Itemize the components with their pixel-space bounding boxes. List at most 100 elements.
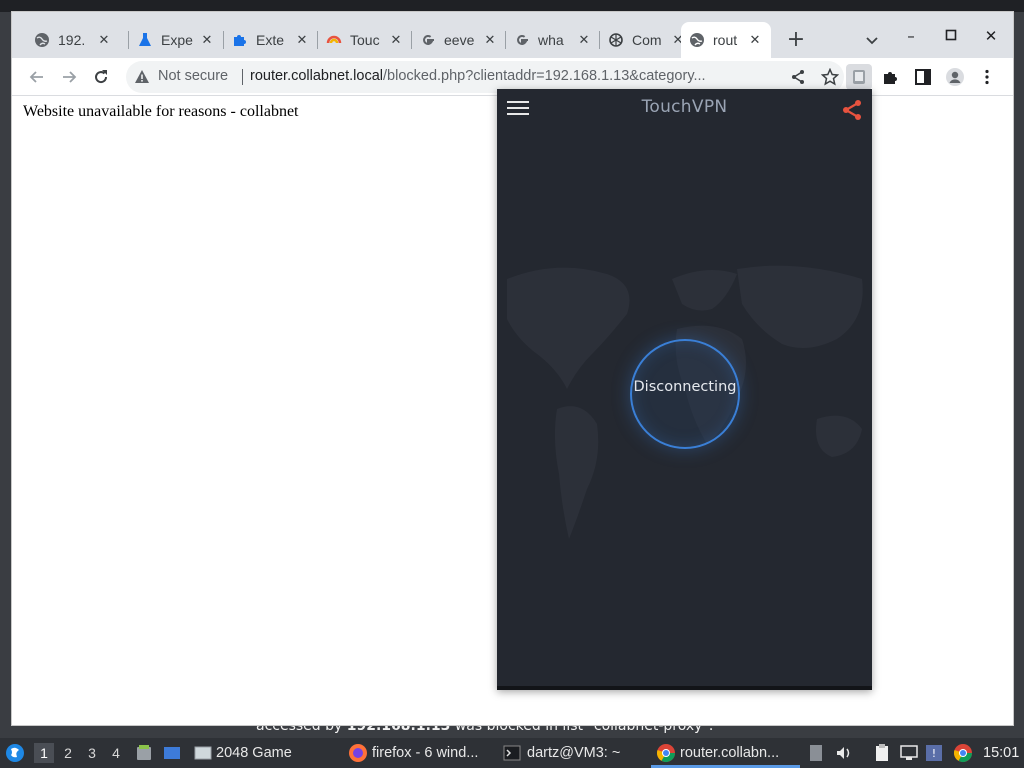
omnibox-divider	[242, 69, 243, 85]
bookmark-star-icon[interactable]	[820, 67, 840, 87]
chevron-down-icon	[866, 37, 878, 45]
volume-icon[interactable]	[834, 743, 854, 763]
vpn-extension-icon	[853, 70, 865, 84]
task-firefox[interactable]: firefox - 6 wind...	[348, 738, 478, 768]
blocked-message: Website unavailable for reasons - collab…	[23, 103, 299, 120]
popup-bottom-edge	[497, 686, 872, 690]
tab-title: eeve	[444, 32, 475, 48]
workspace-4[interactable]: 4	[106, 743, 126, 763]
touchvpn-icon	[326, 32, 342, 48]
task-chrome-active[interactable]: router.collabn...	[656, 738, 779, 768]
tab-expe[interactable]: Expe ✕	[129, 22, 223, 58]
google-icon	[514, 32, 530, 48]
tab-strip: 192. ✕ Expe ✕ Exte ✕ Touc ✕ eeve ✕ wha ✕…	[12, 12, 1013, 58]
side-panel-icon	[915, 69, 931, 85]
vpn-title: TouchVPN	[641, 97, 728, 117]
avatar-icon	[946, 68, 964, 86]
close-icon[interactable]: ✕	[576, 32, 592, 48]
puzzle-icon	[232, 32, 248, 48]
reload-button[interactable]	[88, 64, 114, 90]
side-panel-button[interactable]	[910, 64, 936, 90]
reload-icon	[95, 70, 108, 84]
close-window-button[interactable]: ✕	[981, 26, 1001, 46]
tab-192[interactable]: 192. ✕	[26, 22, 120, 58]
task-terminal[interactable]: dartz@VM3: ~	[503, 738, 620, 768]
monitor-icon	[164, 747, 180, 759]
tab-com[interactable]: Com ✕	[600, 22, 694, 58]
tab-title: Touc	[350, 32, 380, 48]
workspace-1[interactable]: 1	[34, 743, 54, 763]
arrow-right-icon	[63, 71, 77, 83]
openai-icon	[608, 32, 624, 48]
file-manager-launcher[interactable]	[134, 743, 154, 763]
tab-title: Exte	[256, 32, 285, 48]
close-icon[interactable]: ✕	[747, 32, 763, 48]
info-tray-icon[interactable]: !	[924, 743, 944, 763]
globe-icon	[689, 32, 705, 48]
clipboard-tray-icon[interactable]	[806, 743, 826, 763]
notes-tray-icon[interactable]	[872, 743, 892, 763]
terminal-icon	[503, 745, 521, 761]
profile-button[interactable]	[942, 64, 968, 90]
network-icon[interactable]	[899, 743, 919, 763]
tab-title: Expe	[161, 32, 193, 48]
maximize-button[interactable]	[941, 26, 961, 46]
task-label: firefox - 6 wind...	[372, 745, 479, 761]
task-label: router.collabn...	[680, 745, 780, 761]
warning-icon[interactable]	[134, 69, 150, 85]
maximize-icon	[945, 29, 957, 41]
workspace-3[interactable]: 3	[82, 743, 102, 763]
arrow-left-icon	[29, 71, 43, 83]
security-label[interactable]: Not secure	[158, 68, 228, 84]
touchvpn-extension-button[interactable]	[846, 64, 872, 90]
forward-button[interactable]	[56, 64, 82, 90]
chrome-icon[interactable]	[953, 743, 973, 763]
puzzle-icon	[884, 72, 897, 84]
tab-wha[interactable]: wha ✕	[506, 22, 600, 58]
url-host: router.collabnet.local	[250, 68, 383, 84]
distro-logo-icon	[6, 744, 24, 762]
close-icon[interactable]: ✕	[482, 32, 498, 48]
desktop-launcher[interactable]	[162, 743, 182, 763]
minimize-button[interactable]: –	[901, 26, 921, 46]
new-tab-button[interactable]: +	[784, 29, 808, 53]
connection-status-text: Disconnecting	[633, 379, 737, 395]
tab-title: rout	[713, 32, 738, 48]
tab-search-button[interactable]	[862, 30, 882, 50]
task-2048-game[interactable]: 2048 Game	[194, 738, 292, 768]
url-text[interactable]: router.collabnet.local/blocked.php?clien…	[250, 68, 770, 84]
globe-icon	[34, 32, 50, 48]
google-icon	[420, 32, 436, 48]
tab-eeve[interactable]: eeve ✕	[412, 22, 506, 58]
close-icon[interactable]: ✕	[388, 32, 404, 48]
url-path: /blocked.php?clientaddr=192.168.1.13&cat…	[383, 68, 706, 84]
flask-icon	[137, 32, 153, 48]
task-label: 2048 Game	[216, 745, 292, 761]
close-icon[interactable]: ✕	[294, 32, 310, 48]
touchvpn-popup: TouchVPN Disconnecting	[497, 89, 872, 690]
firefox-icon	[349, 744, 367, 762]
taskbar: 1 2 3 4 2048 Game firefox - 6 wind... da…	[0, 738, 1024, 768]
workspace-2[interactable]: 2	[58, 743, 78, 763]
extensions-button[interactable]	[878, 64, 904, 90]
tab-rout-active[interactable]: rout ✕	[681, 22, 771, 58]
window-icon	[194, 746, 212, 760]
chrome-icon	[656, 744, 675, 763]
task-label: dartz@VM3: ~	[527, 745, 621, 761]
share-icon[interactable]	[841, 99, 863, 121]
folder-icon	[137, 745, 151, 760]
share-icon[interactable]	[788, 67, 808, 87]
back-button[interactable]	[24, 64, 50, 90]
svg-text:!: !	[932, 747, 936, 760]
close-icon[interactable]: ✕	[96, 32, 112, 48]
menu-button[interactable]	[974, 64, 1000, 90]
tab-title: Com	[632, 32, 662, 48]
tab-title: wha	[538, 32, 564, 48]
close-icon[interactable]: ✕	[199, 32, 215, 48]
kebab-menu-icon	[985, 69, 989, 85]
tab-title: 192.	[58, 32, 86, 48]
tab-exte[interactable]: Exte ✕	[224, 22, 318, 58]
tab-touc[interactable]: Touc ✕	[318, 22, 412, 58]
clock[interactable]: 15:01	[983, 738, 1019, 768]
start-menu-button[interactable]	[5, 743, 25, 763]
